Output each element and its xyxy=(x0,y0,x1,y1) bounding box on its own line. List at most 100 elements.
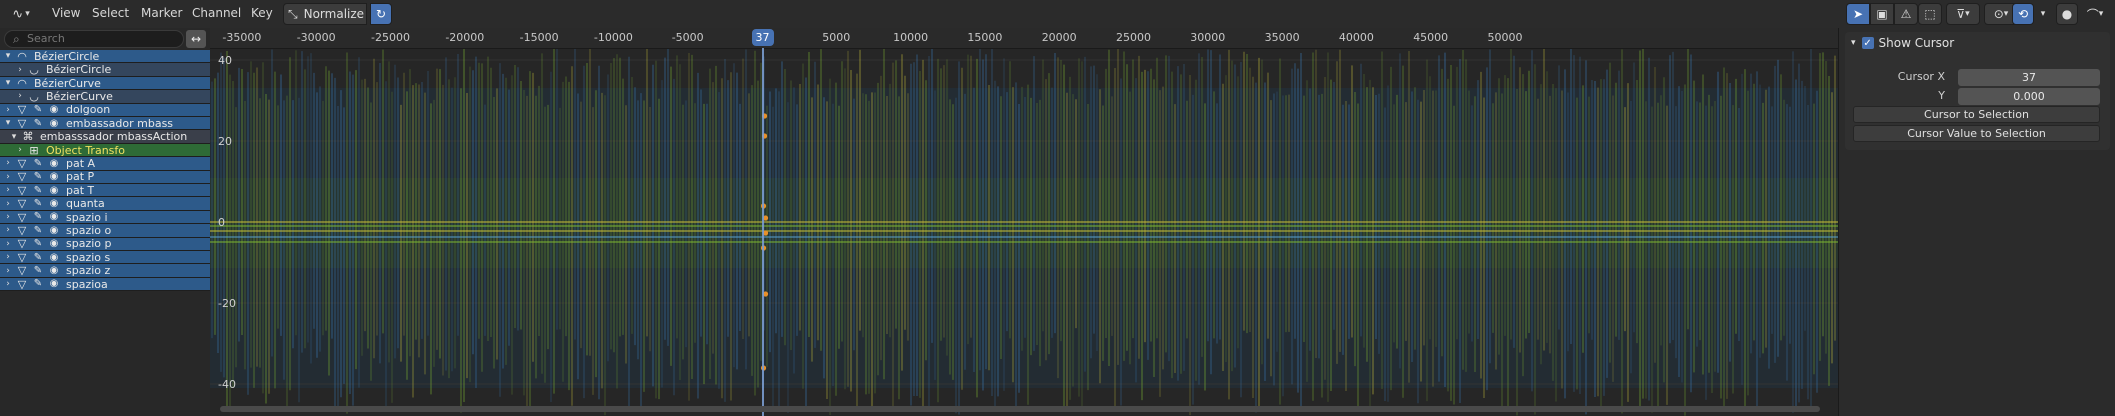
channel-row[interactable]: › ▽ ✎ ◉ dolgoon xyxy=(0,103,210,117)
pin-icon[interactable]: ✎ xyxy=(30,185,46,196)
pin-icon[interactable]: ✎ xyxy=(30,252,46,263)
channel-row[interactable]: › ◡ BézierCurve xyxy=(0,90,210,104)
curve-canvas[interactable] xyxy=(210,28,1838,416)
show-cursor-checkbox[interactable]: ✓ xyxy=(1861,37,1874,49)
chevron-down-icon: ▾ xyxy=(25,9,30,19)
eye-icon[interactable]: ◉ xyxy=(46,278,62,289)
search-input[interactable]: ⌕ Search xyxy=(4,30,184,48)
pin-icon[interactable]: ✎ xyxy=(30,225,46,236)
channel-row[interactable]: ▾ ▽ ✎ ◉ embassador mbass xyxy=(0,117,210,131)
chevron-right-icon[interactable]: › xyxy=(2,239,14,249)
keyframe-point[interactable] xyxy=(762,291,769,297)
auto-normalize-button[interactable]: ↻ xyxy=(370,3,392,25)
chevron-right-icon[interactable]: › xyxy=(2,252,14,262)
chevron-right-icon[interactable]: › xyxy=(2,225,14,235)
pin-icon[interactable]: ✎ xyxy=(30,198,46,209)
chevron-right-icon[interactable]: › xyxy=(2,158,14,168)
channel-label: pat T xyxy=(66,183,95,197)
cursor-to-selection-button[interactable]: Cursor to Selection xyxy=(1853,106,2100,123)
chevron-down-icon[interactable]: ▾ xyxy=(2,118,14,128)
channel-row[interactable]: ▾ ⌘ embasssador mbassAction xyxy=(0,130,210,144)
chevron-down-icon[interactable]: ▾ xyxy=(2,78,14,88)
frame-ruler[interactable]: -50000-45000-40000-35000-30000-25000-200… xyxy=(210,28,1838,49)
pin-icon[interactable]: ✎ xyxy=(30,158,46,169)
graph-area[interactable]: -50000-45000-40000-35000-30000-25000-200… xyxy=(210,28,1838,416)
menu-marker[interactable]: Marker xyxy=(141,6,182,20)
editor-type-button[interactable]: ∿ ▾ xyxy=(6,4,36,24)
keyframe-point[interactable] xyxy=(762,215,769,221)
pin-icon[interactable]: ✎ xyxy=(30,104,46,115)
cursor-x-field[interactable]: 37 xyxy=(1958,69,2100,86)
eye-icon[interactable]: ◉ xyxy=(46,265,62,276)
channel-row[interactable]: › ▽ ✎ ◉ spazio s xyxy=(0,251,210,265)
cursor-select-button[interactable]: ➤ xyxy=(1846,3,1870,25)
chevron-right-icon[interactable]: › xyxy=(2,185,14,195)
eye-icon[interactable]: ◉ xyxy=(46,104,62,115)
channel-row[interactable]: › ▽ ✎ ◉ pat A xyxy=(0,157,210,171)
channel-row[interactable]: › ▽ ✎ ◉ pat P xyxy=(0,170,210,184)
chevron-down-icon[interactable]: ▾ xyxy=(2,51,14,61)
menu-view[interactable]: View xyxy=(52,6,80,20)
channel-row[interactable]: › ▽ ✎ ◉ spazio p xyxy=(0,237,210,251)
cursor-value-to-selection-button[interactable]: Cursor Value to Selection xyxy=(1853,125,2100,142)
chevron-right-icon[interactable]: › xyxy=(14,145,26,155)
channel-row[interactable]: › ▽ ✎ ◉ spazio o xyxy=(0,224,210,238)
menu-channel[interactable]: Channel xyxy=(192,6,241,20)
eye-icon[interactable]: ◉ xyxy=(46,252,62,263)
menu-select[interactable]: Select xyxy=(92,6,129,20)
chevron-right-icon[interactable]: › xyxy=(14,91,26,101)
filter-button[interactable]: ⊽ ▾ xyxy=(1946,3,1980,25)
warning-button[interactable]: ⚠ xyxy=(1894,3,1918,25)
chevron-right-icon[interactable]: › xyxy=(2,199,14,209)
current-frame-indicator[interactable]: 37 xyxy=(751,29,774,46)
eye-icon[interactable]: ◉ xyxy=(46,198,62,209)
falloff-button[interactable]: ⌒ ▾ xyxy=(2080,3,2110,25)
channel-row[interactable]: › ▽ ✎ ◉ spazio z xyxy=(0,264,210,278)
channel-row[interactable]: ▾ ◠ BézierCurve xyxy=(0,77,210,91)
eye-icon[interactable]: ◉ xyxy=(46,211,62,222)
channel-row[interactable]: › ⊞ Object Transfo xyxy=(0,144,210,158)
pin-icon[interactable]: ✎ xyxy=(30,211,46,222)
channel-row[interactable]: › ▽ ✎ ◉ quanta xyxy=(0,197,210,211)
snap-toggle[interactable]: ⟲ xyxy=(2012,3,2034,25)
chevron-right-icon[interactable]: › xyxy=(14,65,26,75)
box-select-button[interactable]: ▣ xyxy=(1870,3,1894,25)
channel-row[interactable]: › ▽ ✎ ◉ spazioa xyxy=(0,278,210,292)
chevron-right-icon[interactable]: › xyxy=(2,105,14,115)
pin-icon[interactable]: ✎ xyxy=(30,278,46,289)
eye-icon[interactable]: ◉ xyxy=(46,171,62,182)
keyframe-point[interactable] xyxy=(762,230,769,236)
view-frame-button[interactable]: ⬚ xyxy=(1918,3,1942,25)
playhead-line[interactable] xyxy=(761,48,764,416)
eye-icon[interactable]: ◉ xyxy=(46,158,62,169)
pin-icon[interactable]: ✎ xyxy=(30,118,46,129)
eye-icon[interactable]: ◉ xyxy=(46,118,62,129)
eye-icon[interactable]: ◉ xyxy=(46,225,62,236)
snap-options[interactable]: ▾ xyxy=(2036,3,2050,25)
pin-icon[interactable]: ✎ xyxy=(30,265,46,276)
eye-icon[interactable]: ◉ xyxy=(46,185,62,196)
chevron-down-icon[interactable]: ▾ xyxy=(8,132,20,142)
normalize-toggle[interactable]: ⤡ Normalize xyxy=(283,3,367,25)
swap-arrows-icon: ↔ xyxy=(190,32,202,46)
frame-tick-label: 5000 xyxy=(822,31,851,44)
chevron-right-icon[interactable]: › xyxy=(2,266,14,276)
eye-icon[interactable]: ◉ xyxy=(46,238,62,249)
swap-filter-button[interactable]: ↔ xyxy=(186,30,206,48)
channel-row[interactable]: › ▽ ✎ ◉ spazio i xyxy=(0,211,210,225)
pin-icon[interactable]: ✎ xyxy=(30,238,46,249)
chevron-down-icon: ▾ xyxy=(2040,9,2046,19)
channel-row[interactable]: › ▽ ✎ ◉ pat T xyxy=(0,183,210,198)
show-cursor-header[interactable]: ▾ ✓ Show Cursor xyxy=(1851,36,1954,50)
horizontal-scrollbar[interactable] xyxy=(220,406,1820,412)
chevron-right-icon[interactable]: › xyxy=(2,279,14,289)
frame-tick-label: -15000 xyxy=(519,31,559,44)
chevron-right-icon[interactable]: › xyxy=(2,212,14,222)
channel-row[interactable]: › ◡ BézierCircle xyxy=(0,63,210,77)
channel-row[interactable]: ▾ ◠ BézierCircle xyxy=(0,50,210,64)
chevron-right-icon[interactable]: › xyxy=(2,172,14,182)
menu-key[interactable]: Key xyxy=(251,6,273,20)
cursor-y-field[interactable]: 0.000 xyxy=(1958,88,2100,105)
proportional-edit-toggle[interactable]: ● xyxy=(2056,3,2078,25)
pin-icon[interactable]: ✎ xyxy=(30,171,46,182)
